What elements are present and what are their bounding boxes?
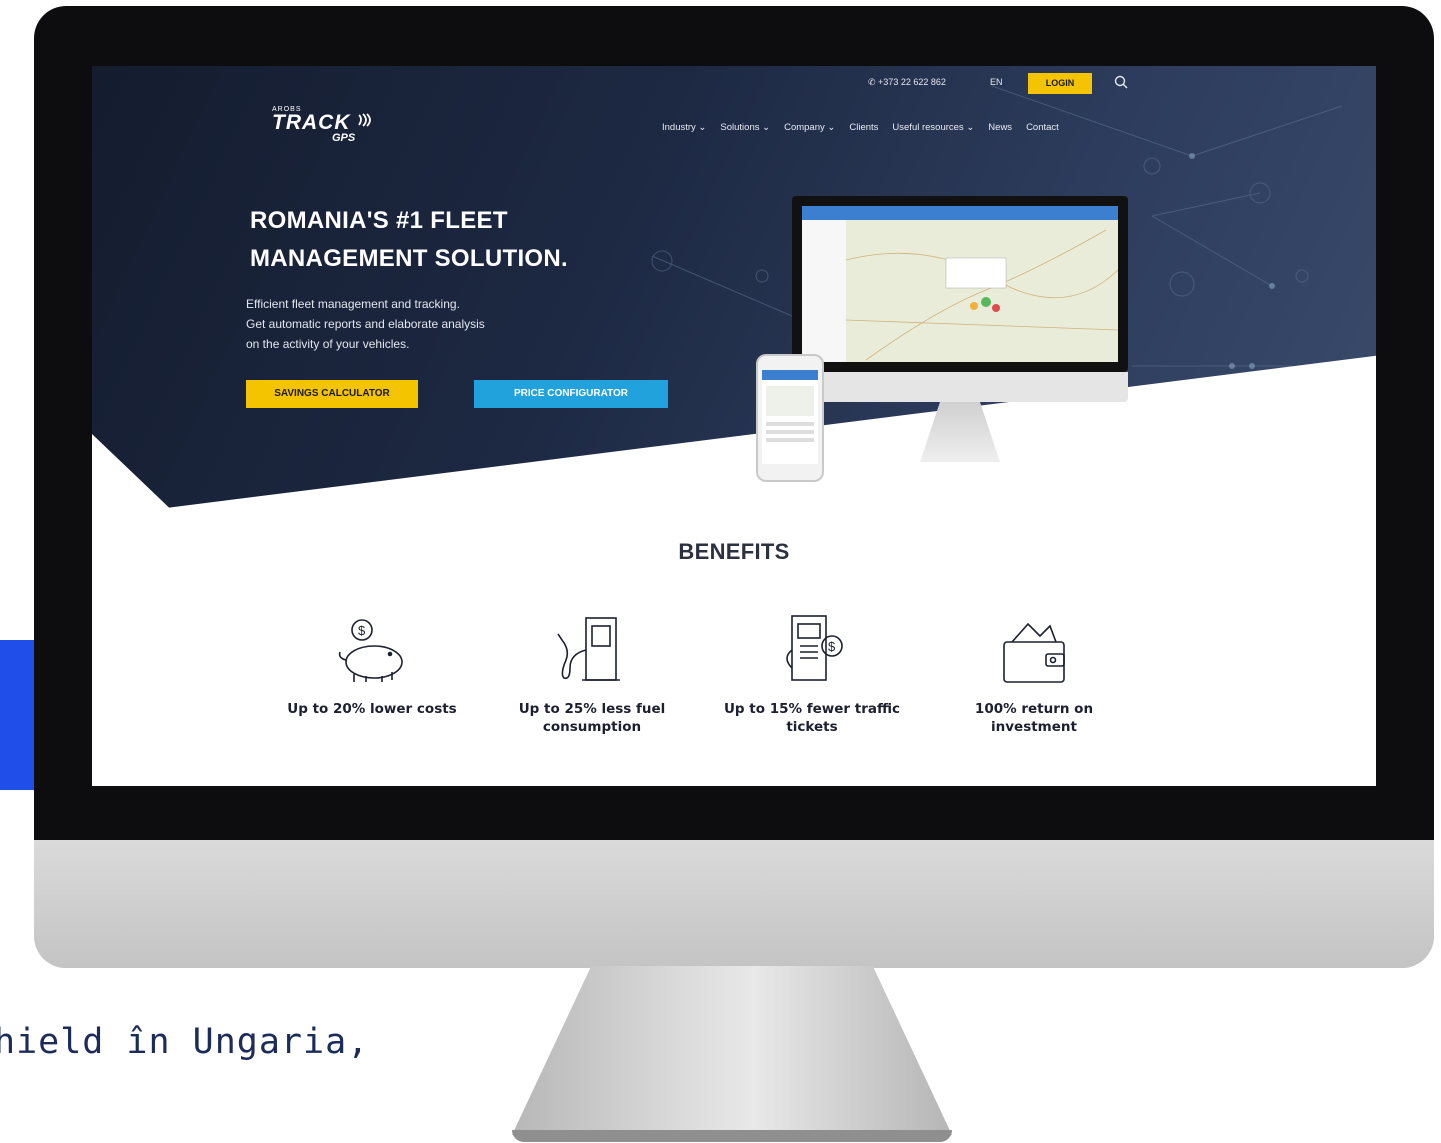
phone-number[interactable]: ✆ +373 22 622 862: [868, 77, 946, 88]
benefits-title: BENEFITS: [678, 539, 790, 564]
signal-icon: [358, 113, 372, 127]
product-phone-image: [756, 354, 824, 482]
monitor-stand: [512, 966, 952, 1135]
ticket-machine-icon: $: [786, 615, 843, 681]
login-button[interactable]: LOGIN: [1028, 73, 1092, 94]
benefit-label: Up to 25% less fuel: [518, 701, 666, 717]
benefit-label: 100% return on: [974, 701, 1094, 717]
svg-text:$: $: [828, 639, 836, 654]
logo-brand-main: TRACK: [272, 112, 373, 133]
monitor-stand-base: [512, 1130, 952, 1142]
benefit-item: Up to 25% less fuel consumption: [492, 606, 692, 736]
benefit-label: Up to 15% fewer traffic: [723, 701, 901, 717]
monitor-chin: [34, 840, 1434, 968]
savings-calculator-button[interactable]: SAVINGS CALCULATOR: [246, 380, 418, 408]
piggy-bank-icon: $: [338, 619, 403, 682]
hero-headline: ROMANIA'S #1 FLEET MANAGEMENT SOLUTION.: [250, 207, 568, 272]
nav-item-company[interactable]: Company ⌄: [784, 122, 835, 133]
site-logo[interactable]: AROBS TRACK GPS: [272, 106, 373, 144]
top-bar: ✆ +373 22 622 862 EN LOGIN: [92, 73, 1376, 94]
logo-brand-sub: GPS: [332, 132, 356, 144]
nav-item-industry[interactable]: Industry ⌄: [662, 122, 706, 133]
website-screen: ✆ +373 22 622 862 EN LOGIN AROBS TRACK G…: [92, 66, 1376, 786]
nav-item-contact[interactable]: Contact: [1026, 122, 1059, 133]
phone-icon: ✆: [868, 77, 879, 87]
language-selector[interactable]: EN: [990, 77, 1003, 87]
benefit-item: $ Up to 20% lower costs: [272, 606, 472, 718]
svg-text:$: $: [358, 623, 366, 638]
benefit-item: 100% return on investment: [934, 606, 1134, 736]
hero-description: Efficient fleet management and tracking.…: [246, 297, 485, 351]
benefit-label: Up to 20% lower costs: [287, 701, 457, 717]
search-icon[interactable]: [1114, 75, 1128, 89]
price-configurator-button[interactable]: PRICE CONFIGURATOR: [474, 380, 668, 408]
nav-item-useful-resources[interactable]: Useful resources ⌄: [892, 122, 974, 133]
nav-item-clients[interactable]: Clients: [849, 122, 878, 133]
fuel-pump-icon: [557, 617, 620, 681]
background-caption-text: hield în Ungaria,: [0, 1022, 370, 1062]
benefit-item: $ Up to 15% fewer traffic tickets: [712, 606, 912, 736]
nav-item-news[interactable]: News: [988, 122, 1012, 133]
nav-item-solutions[interactable]: Solutions ⌄: [720, 122, 770, 133]
main-navigation: Industry ⌄ Solutions ⌄ Company ⌄ Clients…: [662, 122, 1073, 133]
wallet-icon: [1003, 622, 1065, 683]
product-monitor-image: [792, 196, 1128, 476]
